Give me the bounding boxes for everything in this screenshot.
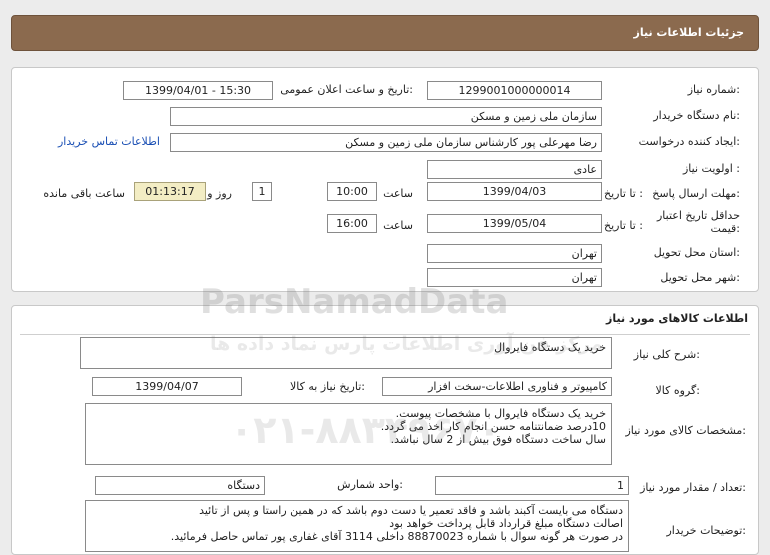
- remaining-time-field: 01:13:17: [134, 182, 206, 201]
- validity-time-label: ساعت: [383, 219, 413, 232]
- specs-line: سال ساخت دستگاه فوق بیش از 2 سال نباشد.: [390, 433, 606, 446]
- province-field[interactable]: تهران: [427, 244, 602, 263]
- specs-label: مشخصات کالای مورد نیاز:: [625, 424, 746, 437]
- goods-group-field[interactable]: کامپیوتر و فناوری اطلاعات-سخت افزار: [382, 377, 612, 396]
- price-validity-label-line-1: حداقل تاریخ اعتبار: [656, 209, 740, 222]
- buyer-org-label: نام دستگاه خریدار:: [653, 109, 740, 122]
- specs-field[interactable]: خرید یک دستگاه فایروال با مشخصات پیوست. …: [85, 403, 612, 465]
- city-field[interactable]: تهران: [427, 268, 602, 287]
- buyer-contact-link[interactable]: اطلاعات تماس خریدار: [58, 135, 160, 148]
- requester-field[interactable]: رضا مهرعلی پور کارشناس سازمان ملی زمین و…: [170, 133, 602, 152]
- need-info-panel: شماره نیاز: 1299001000000014 تاریخ و ساع…: [11, 67, 759, 292]
- deadline-date-field[interactable]: 1399/04/03: [427, 182, 602, 201]
- announce-datetime-field[interactable]: 1399/04/01 - 15:30: [123, 81, 273, 100]
- priority-label: اولویت نیاز :: [682, 162, 740, 175]
- requester-label: ایجاد کننده درخواست:: [638, 135, 740, 148]
- validity-date-field[interactable]: 1399/05/04: [427, 214, 602, 233]
- unit-field[interactable]: دستگاه: [95, 476, 265, 495]
- need-number-label: شماره نیاز:: [687, 83, 740, 96]
- need-summary-field[interactable]: خرید یک دستگاه فایروال: [80, 337, 612, 369]
- need-date-label: تاریخ نیاز به کالا:: [290, 380, 365, 393]
- specs-line: خرید یک دستگاه فایروال با مشخصات پیوست.: [395, 407, 606, 420]
- buyer-org-field[interactable]: سازمان ملی زمین و مسکن: [170, 107, 602, 126]
- buyer-notes-field[interactable]: دستگاه می بایست آکبند باشد و فاقد تعمیر …: [85, 500, 629, 552]
- price-validity-label-line-2: قیمت:: [710, 222, 740, 235]
- goods-info-panel: اطلاعات کالاهای مورد نیاز شرح کلی نیاز: …: [11, 305, 759, 555]
- page-header: جزئیات اطلاعات نیاز: [11, 15, 759, 51]
- need-summary-label: شرح کلی نیاز:: [633, 348, 700, 361]
- remaining-time-label: ساعت باقی مانده: [43, 187, 125, 200]
- deadline-label: مهلت ارسال پاسخ:: [652, 187, 740, 200]
- need-date-field[interactable]: 1399/04/07: [92, 377, 242, 396]
- remaining-days-field: 1: [252, 182, 272, 201]
- city-label: شهر محل تحویل:: [660, 271, 740, 284]
- specs-line: 10درصد ضمانتنامه حسن انجام کار اخذ می گر…: [380, 420, 606, 433]
- priority-field[interactable]: عادی: [427, 160, 602, 179]
- need-summary-text: خرید یک دستگاه فایروال: [494, 341, 606, 354]
- price-validity-label: حداقل تاریخ اعتبار قیمت:: [657, 209, 740, 235]
- days-label: روز و: [207, 187, 232, 200]
- section-divider: [20, 334, 750, 335]
- goods-group-label: گروه کالا:: [655, 384, 700, 397]
- deadline-time-field[interactable]: 10:00: [327, 182, 377, 201]
- province-label: استان محل تحویل:: [653, 246, 740, 259]
- quantity-field[interactable]: 1: [435, 476, 629, 495]
- buyer-notes-label: توضیحات خریدار:: [666, 524, 747, 537]
- announce-datetime-label: تاریخ و ساعت اعلان عمومی:: [280, 83, 413, 96]
- quantity-label: تعداد / مقدار مورد نیاز:: [640, 481, 746, 494]
- goods-section-title: اطلاعات کالاهای مورد نیاز: [606, 312, 748, 325]
- unit-label: واحد شمارش:: [337, 478, 403, 491]
- page-title: جزئیات اطلاعات نیاز: [633, 26, 745, 39]
- validity-time-field[interactable]: 16:00: [327, 214, 377, 233]
- buyer-notes-line: دستگاه می بایست آکبند باشد و فاقد تعمیر …: [199, 504, 623, 517]
- buyer-notes-line: اصالت دستگاه مبلغ قرارداد قابل پرداخت خو…: [389, 517, 623, 530]
- deadline-time-label: ساعت: [383, 187, 413, 200]
- validity-to-date-label: تا تاریخ :: [604, 219, 643, 232]
- need-number-field[interactable]: 1299001000000014: [427, 81, 602, 100]
- deadline-to-date-label: تا تاریخ :: [604, 187, 643, 200]
- buyer-notes-line: در صورت هر گونه سوال با شماره 88870023 د…: [170, 530, 623, 543]
